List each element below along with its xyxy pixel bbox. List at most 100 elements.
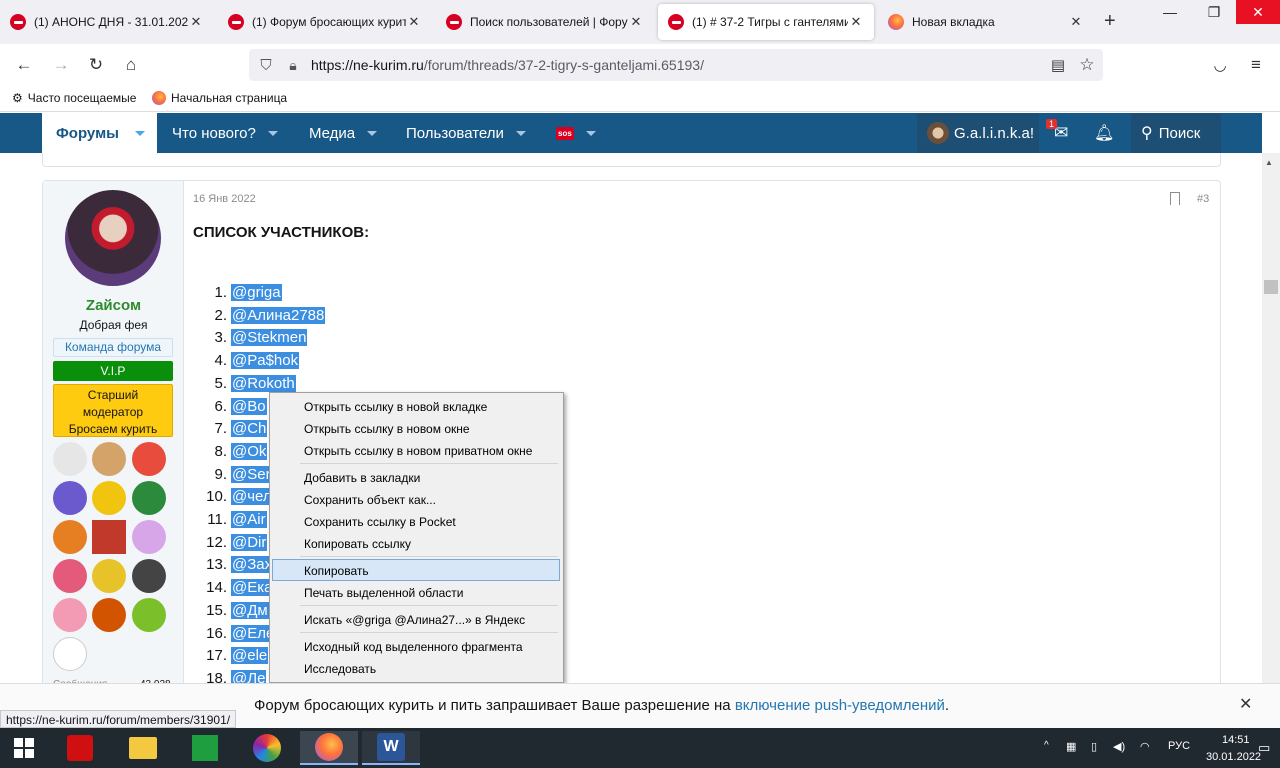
user-mention-link[interactable]: @Ch [231, 420, 268, 438]
maximize-icon[interactable]: ❐ [1192, 0, 1236, 24]
back-icon[interactable]: ← [11, 52, 37, 78]
tab-active-thread[interactable]: (1) # 37-2 Тигры с гантелями ✕ [658, 4, 874, 40]
user-mention-link[interactable]: @Алина2788 [231, 306, 326, 324]
battery-icon[interactable]: ▯ [1091, 740, 1097, 753]
user-mention-link[interactable]: @Ser [231, 465, 272, 483]
trophy-icon[interactable] [92, 481, 126, 515]
user-mention-link[interactable]: @Дм [231, 601, 269, 619]
menu-item-search-yandex[interactable]: Искать «@griga @Алина27...» в Яндекс [304, 613, 525, 627]
tab-forum[interactable]: (1) Форум бросающих курить ✕ [218, 4, 432, 40]
nav-sos[interactable]: sos [556, 113, 596, 153]
user-mention-link[interactable]: @Bo [231, 397, 267, 415]
user-mention-link[interactable]: @Air [231, 511, 267, 528]
language-indicator[interactable]: РУС [1168, 740, 1190, 752]
trophy-icon[interactable] [132, 520, 166, 554]
forward-icon[interactable]: → [48, 52, 74, 78]
trophy-icon[interactable] [53, 520, 87, 554]
push-permission-link[interactable]: включение push-уведомлений [735, 697, 945, 714]
menu-item-copy[interactable]: Копировать [304, 564, 369, 578]
minimize-icon[interactable]: — [1148, 0, 1192, 24]
menu-item-inspect[interactable]: Исследовать [304, 662, 376, 676]
close-tab-icon[interactable]: ✕ [1068, 14, 1084, 30]
scrollbar-thumb[interactable] [1264, 280, 1278, 294]
chevron-down-icon[interactable] [267, 130, 278, 136]
acrobat-icon[interactable] [58, 731, 102, 765]
tab-anons[interactable]: (1) АНОНС ДНЯ - 31.01.2022г |✕ [0, 4, 214, 40]
bookmark-star-icon[interactable]: ☆ [1074, 52, 1100, 78]
windows-start-icon[interactable] [2, 731, 46, 765]
reload-icon[interactable]: ↻ [83, 52, 109, 78]
chevron-down-icon[interactable] [134, 130, 145, 136]
menu-item-open-private-window[interactable]: Открыть ссылку в новом приватном окне [304, 444, 532, 458]
menu-item-view-source[interactable]: Исходный код выделенного фрагмента [304, 640, 523, 654]
menu-icon[interactable]: ≡ [1243, 52, 1269, 78]
trophy-icon[interactable] [53, 442, 87, 476]
trophy-icon[interactable] [53, 637, 87, 671]
user-mention-link[interactable]: @Ok [231, 442, 268, 460]
trophy-icon[interactable] [132, 442, 166, 476]
scrollbar[interactable] [1262, 153, 1280, 683]
chevron-down-icon[interactable] [367, 130, 378, 136]
menu-item-copy-link[interactable]: Копировать ссылку [304, 537, 411, 551]
trophy-icon[interactable] [92, 559, 126, 593]
close-tab-icon[interactable]: ✕ [406, 14, 422, 30]
user-mention-link[interactable]: @Rokoth [231, 374, 296, 392]
reader-view-icon[interactable]: ▤ [1045, 52, 1071, 78]
wifi-icon[interactable]: ◠ [1140, 740, 1150, 753]
chevron-down-icon[interactable] [585, 130, 596, 136]
scroll-up-icon[interactable]: ▲ [1265, 158, 1273, 167]
user-mention-link[interactable]: @Dir [231, 533, 268, 551]
volume-icon[interactable]: ◀) [1113, 740, 1125, 753]
new-tab-button[interactable]: + [1104, 10, 1116, 33]
trophy-icon[interactable] [53, 559, 87, 593]
file-explorer-icon[interactable] [121, 731, 165, 765]
tab-user-search[interactable]: Поиск пользователей | Фору ✕ [436, 4, 654, 40]
color-app-icon[interactable] [245, 731, 289, 765]
trophy-icon[interactable] [132, 559, 166, 593]
bell-icon[interactable]: 🔔︎ [1094, 113, 1114, 153]
shield-icon[interactable]: ⛉ [253, 52, 279, 78]
nav-forums[interactable]: Форумы [56, 113, 145, 153]
bookmark-start[interactable]: Начальная страница [152, 91, 287, 105]
user-mention-link[interactable]: @griga [231, 284, 282, 301]
user-mention-link[interactable]: @чел [231, 488, 273, 506]
store-icon[interactable] [183, 731, 227, 765]
menu-item-save-pocket[interactable]: Сохранить ссылку в Pocket [304, 515, 456, 529]
menu-item-save-as[interactable]: Сохранить объект как... [304, 493, 436, 507]
user-menu[interactable]: G.a.l.i.n.k.a! [927, 113, 1034, 153]
pocket-icon[interactable]: ◡ [1207, 52, 1233, 78]
trophy-icon[interactable] [92, 442, 126, 476]
menu-item-print-selection[interactable]: Печать выделенной области [304, 586, 463, 600]
trophy-icon[interactable] [53, 481, 87, 515]
bookmark-frequent[interactable]: ⚙ Часто посещаемые [12, 91, 136, 105]
lock-icon[interactable]: 🔒︎ [280, 52, 306, 78]
search-button[interactable]: ⚲ Поиск [1141, 113, 1200, 153]
nav-media[interactable]: Медиа [309, 113, 378, 153]
chevron-down-icon[interactable] [515, 130, 526, 136]
close-tab-icon[interactable]: ✕ [848, 14, 864, 30]
user-mention-link[interactable]: @Pa$hok [231, 352, 300, 370]
chevron-up-icon[interactable]: ^ [1044, 740, 1049, 751]
user-mention-link[interactable]: @Зах [231, 556, 274, 574]
word-taskbar-icon[interactable]: W [362, 731, 420, 765]
avatar[interactable] [65, 190, 161, 286]
firefox-taskbar-icon[interactable] [300, 731, 358, 765]
close-tab-icon[interactable]: ✕ [188, 14, 204, 30]
menu-item-open-new-window[interactable]: Открыть ссылку в новом окне [304, 422, 470, 436]
post-date[interactable]: 16 Янв 2022 [193, 193, 256, 205]
trophy-icon[interactable] [132, 598, 166, 632]
home-icon[interactable]: ⌂ [118, 52, 144, 78]
username[interactable]: Zайсом [43, 297, 184, 314]
close-window-icon[interactable]: ✕ [1236, 0, 1280, 24]
menu-item-open-new-tab[interactable]: Открыть ссылку в новой вкладке [304, 400, 487, 414]
menu-item-add-bookmark[interactable]: Добавить в закладки [304, 471, 420, 485]
nav-users[interactable]: Пользователи [406, 113, 526, 153]
close-icon[interactable]: ✕ [1239, 694, 1252, 714]
user-mention-link[interactable]: @Stekmen [231, 329, 308, 347]
nav-whats-new[interactable]: Что нового? [172, 113, 278, 153]
notifications-icon[interactable]: ▭ [1258, 740, 1270, 756]
trophy-icon[interactable] [92, 520, 126, 554]
trophy-icon[interactable] [53, 598, 87, 632]
tab-new[interactable]: Новая вкладка ✕ [878, 4, 1094, 40]
post-number[interactable]: #3 [1197, 193, 1209, 205]
